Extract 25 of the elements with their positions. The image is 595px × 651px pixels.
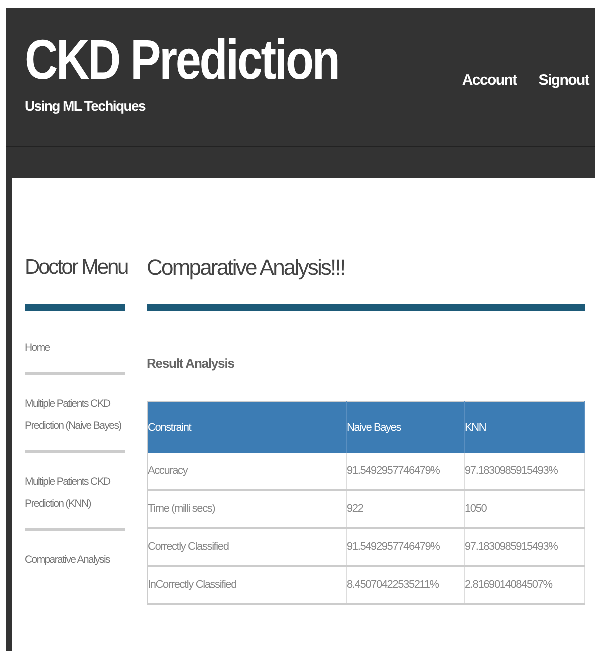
nav-link[interactable]: Signout <box>538 72 589 92</box>
menu-link[interactable]: Comparative Analysis <box>25 549 125 584</box>
table-cell: Accuracy <box>148 453 346 490</box>
table-cell: 8.45070422535211% <box>346 566 464 604</box>
table-cell: 91.5492957746479% <box>346 453 464 490</box>
menu-link[interactable]: Home <box>25 337 125 375</box>
site-subtitle: Using ML Techiques <box>25 98 147 114</box>
site-title: CKD Prediction <box>25 30 339 90</box>
table-cell: 922 <box>346 490 464 528</box>
table-cell: 2.8169014084507% <box>464 566 584 604</box>
menu-link[interactable]: Multiple Patients CKD Prediction (KNN) <box>25 471 125 531</box>
table-cell: Time (milli secs) <box>148 490 346 528</box>
column-header: KNN <box>464 402 584 453</box>
table-cell: Correctly Classified <box>148 528 346 566</box>
menu-link[interactable]: Multiple Patients CKD Prediction (Naive Bayes) <box>25 393 125 453</box>
column-header: Naive Bayes <box>346 402 464 453</box>
column-header: Constraint <box>148 402 346 453</box>
table-cell: InCorrectly Classified <box>148 566 346 604</box>
section-heading: Result Analysis <box>147 356 236 371</box>
table-cell: 97.1830985915493% <box>464 528 584 566</box>
page-heading: Comparative Analysis!!! <box>147 254 346 282</box>
table-cell: 91.5492957746479% <box>346 528 464 566</box>
table-cell: 97.1830985915493% <box>464 453 584 490</box>
nav-link[interactable]: Account <box>462 72 517 92</box>
table-cell: 1050 <box>464 490 584 528</box>
